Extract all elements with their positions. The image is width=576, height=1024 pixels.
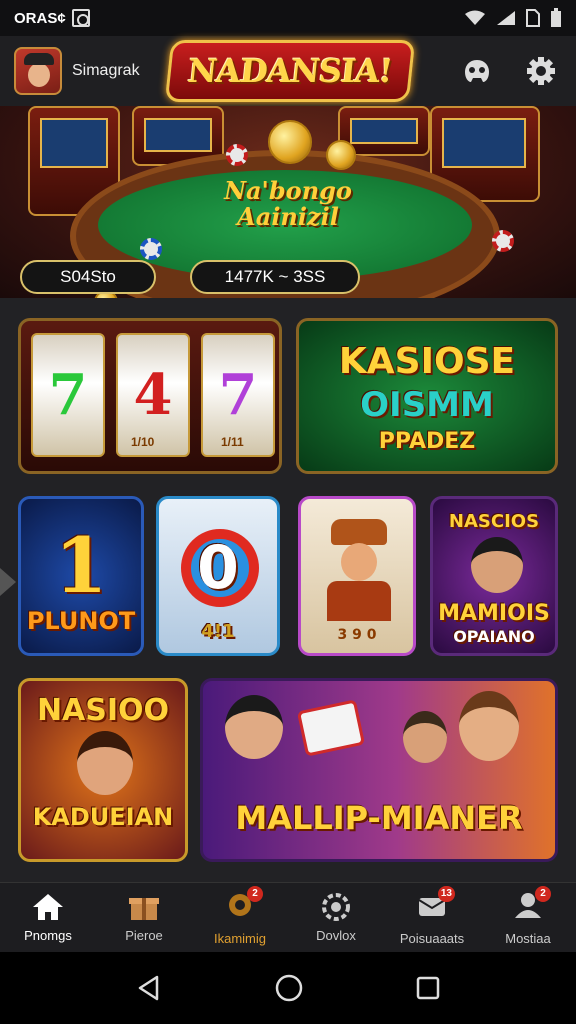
nav-icon-wrap: 2 [511,885,551,925]
nav-item-chips[interactable]: Dovlox [288,883,384,952]
seven-card-label: PLUNOT [26,607,136,635]
jackpot-pill[interactable]: 1477K ~ 3SS [190,260,360,294]
status-icons [464,8,562,28]
top-bar: Simagrak NADANSIA! [0,36,576,106]
reel-1-symbol: 7 [48,362,88,428]
hero-title: Na'bongo Aainizil [0,178,576,230]
bottom-nav: Pnomgs Pieroe 2 Ikamimig Dovlox 13 Poisu… [0,882,576,952]
nav-item-home[interactable]: Pnomgs [0,883,96,952]
nav-badge: 2 [535,885,551,902]
nasioo-line2: KADUEIAN [32,803,174,831]
app-logo-text: NADANSIA! [186,52,394,90]
chip-icon [140,238,162,260]
status-time-group: ORAS¢ [14,9,90,27]
mallip-card-label: MALLIP-MIANER [235,799,523,837]
nav-badge: 13 [437,885,455,902]
game-card-seven[interactable]: 1 PLUNOT [18,496,144,656]
chip-icon [226,144,248,166]
reel-sub-label: 1/10 [131,435,155,449]
nav-item-label: Ikamimig [213,930,266,946]
balance-pill-text: S04Sto [60,267,116,286]
system-nav-bar [0,952,576,1024]
home-circle-icon[interactable] [274,973,304,1003]
nascios-line2: MAMIOIS [438,601,550,626]
status-time: ORAS¢ [14,9,66,27]
battery-icon [551,8,561,27]
status-bar: ORAS¢ [0,0,576,36]
reel-1: 7 [31,333,105,457]
recents-icon[interactable] [415,975,441,1001]
home-icon [33,894,63,920]
gift-icon [129,898,159,920]
nav-badge: 2 [247,885,263,902]
game-card-cowboy[interactable]: 3 9 0 [298,496,416,656]
balance-pill[interactable]: S04Sto [20,260,156,294]
poker-chip-icon [322,893,350,921]
nav-item-label: Poisuaaats [399,930,465,946]
sim-icon [526,9,540,27]
nav-item-label: Pieroe [125,928,163,943]
game-card-slots[interactable]: 7 4 7 1/10 1/11 [18,318,282,474]
kasiose-line3: PPADEZ [378,429,476,454]
signal-icon [497,11,515,25]
avatar[interactable] [14,47,62,95]
username[interactable]: Simagrak [72,62,140,80]
game-card-nascios[interactable]: NASCIOS MAMIOIS OPAIANO [430,496,558,656]
coin-stack-icon [268,120,312,164]
nav-icon-wrap: 13 [415,885,455,925]
nascios-line1: NASCIOS [448,511,540,532]
gear-icon[interactable] [526,56,556,86]
nav-item-lucky[interactable]: 2 Ikamimig [192,883,288,952]
chip-icon [492,230,514,252]
nav-item-label: Pnomgs [24,928,72,943]
hero-title-line2: Aainizil [237,202,339,231]
reel-2-symbol: 4 [133,362,173,428]
controller-icon[interactable] [462,58,492,84]
app-logo: NADANSIA! [164,40,416,102]
back-icon[interactable] [135,974,163,1002]
cowboy-hat [331,519,387,545]
nav-item-inbox[interactable]: 13 Poisuaaats [384,883,480,952]
kasiose-line1: KASIOSE [338,341,516,382]
nav-item-label: Dovlox [316,928,356,943]
zero-card-label: 4!1 [201,621,235,642]
game-grid: 7 4 7 1/10 1/11 KASIOSE OISMM PPADEZ 1 P… [0,298,576,882]
nasioo-portrait [77,731,133,795]
game-card-mallip[interactable]: MALLIP-MIANER [200,678,558,862]
hero-title-line1: Na'bongo [224,176,352,205]
nav-icon-wrap: 2 [223,885,263,925]
game-card-kasiose[interactable]: KASIOSE OISMM PPADEZ [296,318,558,474]
mallip-person-1 [225,695,283,759]
zero-card-number: 0 [197,533,239,603]
nav-item-profile[interactable]: 2 Mostiaa [480,883,576,952]
nasioo-line1: NASIOO [36,693,170,728]
nav-item-gifts[interactable]: Pieroe [96,883,192,952]
game-card-zero[interactable]: 0 4!1 [156,496,280,656]
jackpot-pill-text: 1477K ~ 3SS [224,267,326,286]
reel-sub-label: 1/11 [221,435,244,449]
top-icons [462,56,562,86]
cowboy-face [341,543,377,581]
game-card-nasioo[interactable]: NASIOO KADUEIAN [18,678,188,862]
nav-item-label: Mostiaa [505,930,551,946]
nascios-portrait [471,537,523,593]
nfc-icon [71,9,90,27]
cowboy-card-label: 3 9 0 [337,627,377,643]
mallip-person-3 [459,691,519,761]
coin-icon [326,140,356,170]
seven-card-number: 1 [54,521,108,610]
nascios-line3: OPAIANO [453,627,535,646]
mallip-person-2 [403,711,447,763]
reel-3-symbol: 7 [218,362,258,428]
kasiose-line2: OISMM [360,385,494,425]
mallip-cards-fan [296,699,366,757]
wifi-icon [465,10,485,25]
cowboy-body [327,581,391,621]
